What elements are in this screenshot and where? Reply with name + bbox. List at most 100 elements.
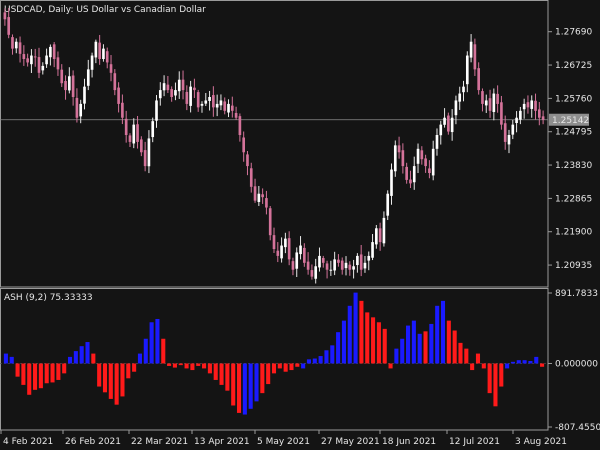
price-axis-tick-label: 1.25760 xyxy=(555,94,592,104)
oscillator-bar xyxy=(289,363,294,371)
x-axis-tick-label: 3 Aug 2021 xyxy=(515,437,567,447)
candle-body xyxy=(60,69,64,84)
oscillator-bar xyxy=(207,363,212,374)
candle-body xyxy=(367,255,371,261)
oscillator-bar xyxy=(341,320,346,364)
candle-body xyxy=(22,54,26,59)
candle-body xyxy=(18,42,22,54)
candle-body xyxy=(68,76,71,91)
oscillator-bar xyxy=(190,363,195,371)
candle-body xyxy=(424,158,427,167)
candle-body xyxy=(105,51,109,63)
candle-body xyxy=(443,117,446,125)
candle-body xyxy=(11,37,14,49)
oscillator-bar xyxy=(91,353,96,364)
oscillator-bar xyxy=(231,363,236,406)
candle-body xyxy=(230,105,234,111)
candle-body xyxy=(162,83,166,91)
candle-body xyxy=(212,95,215,108)
candle-body xyxy=(348,264,352,270)
oscillator-bar xyxy=(108,363,113,399)
candle-body xyxy=(151,121,155,138)
candle-body xyxy=(253,186,257,201)
candle-body xyxy=(431,148,435,176)
oscillator-bar xyxy=(528,361,533,364)
oscillator-bar xyxy=(137,353,142,364)
candle-body xyxy=(291,261,295,270)
candle-body xyxy=(280,245,283,259)
candle-body xyxy=(117,87,120,104)
candle-body xyxy=(515,117,518,124)
candle-body xyxy=(477,68,480,91)
candle-body xyxy=(344,262,348,269)
current-price-label: 1.25142 xyxy=(552,116,589,126)
candle-body xyxy=(420,150,424,160)
oscillator-bar xyxy=(236,363,242,413)
oscillator-bar xyxy=(411,320,416,364)
candle-body xyxy=(321,258,325,263)
candle-body xyxy=(75,97,79,118)
oscillator-bar xyxy=(202,363,207,369)
candle-body xyxy=(3,12,7,20)
candle-body xyxy=(526,102,530,108)
oscillator-bar xyxy=(336,332,341,364)
candle-body xyxy=(56,57,60,70)
x-axis-tick-label: 22 Mar 2021 xyxy=(131,437,188,447)
candle-body xyxy=(227,103,230,113)
oscillator-bar xyxy=(306,359,312,364)
oscillator-axis-tick-label: 891.7833 xyxy=(555,289,598,299)
price-axis-tick-label: 1.21900 xyxy=(555,228,592,238)
candle-body xyxy=(447,115,450,132)
candle-body xyxy=(503,123,507,142)
oscillator-bar xyxy=(365,312,370,364)
oscillator-bar xyxy=(85,342,90,364)
candle-body xyxy=(352,266,355,270)
candle-body xyxy=(496,93,499,104)
oscillator-bar xyxy=(429,323,434,364)
oscillator-bar xyxy=(371,317,376,364)
oscillator-bar xyxy=(38,363,43,389)
candle-body xyxy=(473,44,477,70)
oscillator-title: ASH (9,2) 75.33333 xyxy=(4,293,93,303)
oscillator-bar xyxy=(312,358,317,364)
candle-body xyxy=(113,73,117,91)
candle-body xyxy=(215,103,219,108)
candle-body xyxy=(196,92,200,108)
candle-body xyxy=(462,86,465,93)
candle-body xyxy=(170,89,173,97)
candle-body xyxy=(287,238,291,260)
candle-body xyxy=(356,255,359,266)
candle-body xyxy=(439,124,443,136)
candle-body xyxy=(519,110,522,120)
oscillator-bar xyxy=(44,363,49,384)
candle-body xyxy=(71,75,75,97)
candle-body xyxy=(208,97,211,101)
candle-body xyxy=(382,217,386,244)
candle-body xyxy=(132,124,136,144)
oscillator-bar xyxy=(219,363,224,385)
candle-body xyxy=(450,117,454,133)
candle-body xyxy=(94,41,98,58)
candle-body xyxy=(45,55,48,65)
oscillator-bar xyxy=(213,363,218,380)
candle-body xyxy=(329,269,333,271)
candle-body xyxy=(295,252,299,269)
oscillator-bar xyxy=(242,363,247,415)
oscillator-bar xyxy=(540,363,545,367)
oscillator-bar xyxy=(487,363,492,394)
candle-body xyxy=(359,254,363,270)
oscillator-bar xyxy=(120,363,125,397)
candle-body xyxy=(79,103,83,117)
candle-body xyxy=(484,100,488,106)
candle-body xyxy=(52,44,56,59)
candle-body xyxy=(310,270,314,277)
candle-body xyxy=(136,124,139,142)
candle-body xyxy=(492,93,496,113)
candle-body xyxy=(454,100,458,116)
oscillator-bar xyxy=(271,363,277,374)
oscillator-bar xyxy=(481,363,486,369)
oscillator-bar xyxy=(347,305,352,364)
oscillator-bar xyxy=(73,351,78,364)
x-axis-tick-label: 4 Feb 2021 xyxy=(3,437,53,447)
candle-body xyxy=(428,168,431,173)
